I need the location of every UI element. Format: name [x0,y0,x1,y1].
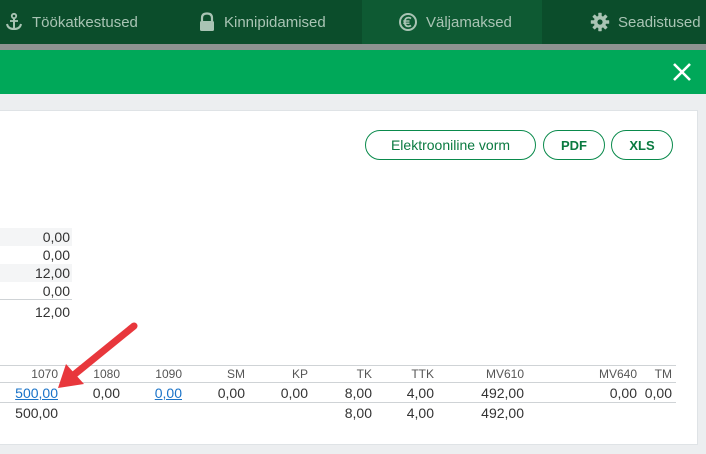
annotation-arrow-icon [58,322,138,388]
total-cell: 4,00 [406,405,434,421]
tab-tookatkestused[interactable]: Töökatkestused [4,0,174,44]
summary-value: 12,00 [34,265,70,281]
modal-header [0,50,706,94]
column-header-sm: SM [227,367,245,381]
electronic-form-button[interactable]: Elektrooniline vorm [365,130,536,160]
table-row-border [0,402,676,403]
summary-row: 12,00 [0,264,72,282]
xls-button[interactable]: XLS [611,130,673,160]
table-cell: 8,00 [344,385,372,401]
tab-label: Töökatkestused [32,13,138,31]
table-cell: 0,00 [280,385,308,401]
column-header-mv610: MV610 [485,367,524,381]
tab-seadistused[interactable]: Seadistused [590,0,706,44]
total-cell: 500,00 [15,405,58,421]
summary-divider [0,299,72,300]
summary-value: 0,00 [42,283,70,299]
column-header-tm: TM [654,367,672,381]
table-cell: 4,00 [406,385,434,401]
tab-label: Väljamaksed [426,13,512,31]
close-icon [673,63,691,81]
column-header-kp: KP [291,367,308,381]
summary-value: 0,00 [42,247,70,263]
summary-value: 0,00 [42,229,70,245]
tab-valjamaksed[interactable]: Väljamaksed [362,0,542,44]
table-cell: 0,00 [217,385,245,401]
tab-label: Seadistused [618,13,701,31]
close-button[interactable] [670,60,694,84]
column-header-tk: TK [356,367,372,381]
summary-row: 0,00 [0,228,72,246]
top-navigation: Töökatkestused Kinnipidamised Väljamakse… [0,0,706,44]
column-header-mv640: MV640 [598,367,637,381]
button-label: XLS [629,137,655,153]
table-cell: 492,00 [481,385,524,401]
summary-row: 0,00 [0,282,72,300]
column-header-ttk: TTK [411,367,434,381]
lock-icon [200,12,214,31]
gear-icon [590,12,610,32]
tab-label: Kinnipidamised [224,13,326,31]
column-header-1090: 1090 [155,367,182,381]
button-label: PDF [561,137,587,153]
anchor-icon [6,12,22,31]
table-cell: 0,00 [644,385,672,401]
column-header-1070: 1070 [31,367,58,381]
pdf-button[interactable]: PDF [543,130,605,160]
summary-row: 0,00 [0,246,72,264]
table-cell-link[interactable]: 500,00 [2,384,58,402]
total-cell: 492,00 [481,405,524,421]
tab-kinnipidamised[interactable]: Kinnipidamised [198,0,348,44]
button-label: Elektrooniline vorm [390,137,511,153]
total-cell: 8,00 [344,405,372,421]
coin-icon [399,13,417,31]
